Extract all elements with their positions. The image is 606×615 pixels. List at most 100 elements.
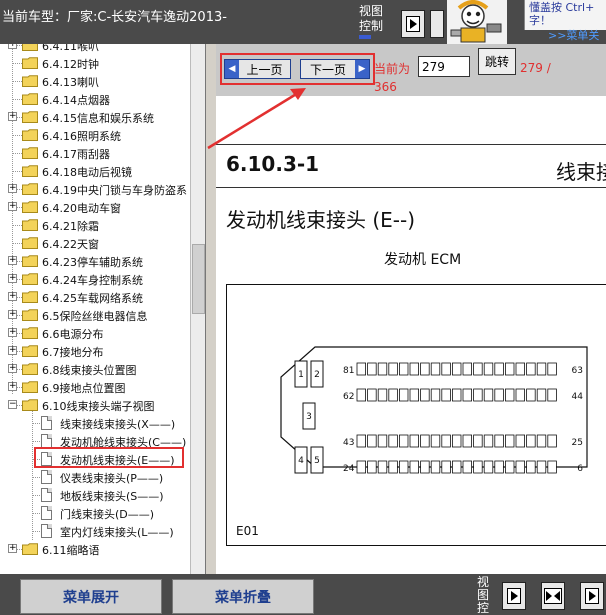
sidebar-item[interactable]: 6.4.17雨刮器 xyxy=(0,144,190,162)
folder-icon xyxy=(22,273,38,285)
expand-toggle-icon[interactable]: + xyxy=(8,44,17,49)
pin-number: 4 xyxy=(298,456,304,466)
sidebar-item[interactable]: − 6.10线束接头端子视图 xyxy=(0,396,190,414)
terminal-pin xyxy=(398,388,409,402)
expand-toggle-icon[interactable]: + xyxy=(8,274,17,283)
connector-drawing: 1 2 3 4 5 81 63 62 44 43 25 24 6 xyxy=(280,346,588,474)
sidebar-item[interactable]: 线束接线束接头(X——) xyxy=(0,414,190,432)
page-number-input[interactable] xyxy=(418,56,470,77)
expand-toggle-icon[interactable]: + xyxy=(8,382,17,391)
tree-connector xyxy=(32,477,40,478)
terminal-pin xyxy=(388,362,398,376)
document-icon xyxy=(41,416,52,430)
sidebar-item[interactable]: 6.4.21除霜 xyxy=(0,216,190,234)
prev-page-button[interactable]: ◀ 上一页 xyxy=(224,59,291,79)
menu-collapse-button[interactable]: 菜单折叠 xyxy=(172,579,314,614)
terminal-pin xyxy=(367,460,377,474)
single-page-button[interactable] xyxy=(502,582,526,610)
sidebar-item[interactable]: 门线束接头(D——) xyxy=(0,504,190,522)
view-toggle-button[interactable] xyxy=(401,10,425,38)
terminal-pin xyxy=(504,434,515,448)
terminal-pin xyxy=(547,388,557,402)
scrollbar-thumb[interactable] xyxy=(192,244,205,314)
pin-number: 5 xyxy=(314,456,320,466)
selected-item-highlight xyxy=(34,447,184,468)
menu-expand-button[interactable]: 菜单展开 xyxy=(20,579,162,614)
sidebar-item[interactable]: 地板线束接头(S——) xyxy=(0,486,190,504)
sidebar-item-label: 6.11缩略语 xyxy=(42,544,100,557)
terminal-pin xyxy=(483,362,494,376)
folder-icon xyxy=(22,93,38,105)
expand-toggle-icon[interactable]: + xyxy=(8,112,17,121)
sidebar-item[interactable]: +6.4.25车载网络系统 xyxy=(0,288,190,306)
sidebar-item[interactable]: 6.4.13喇叭 xyxy=(0,72,190,90)
sidebar-item[interactable]: +6.11缩略语 xyxy=(0,540,190,558)
sidebar-item[interactable]: 6.4.16照明系统 xyxy=(0,126,190,144)
terminal-pin xyxy=(420,388,430,402)
sidebar-item[interactable]: +6.4.15信息和娱乐系统 xyxy=(0,108,190,126)
sidebar-item[interactable]: 6.4.18电动后视镜 xyxy=(0,162,190,180)
menu-close-link[interactable]: >>菜单关 xyxy=(548,27,599,43)
sidebar-item[interactable]: +6.7接地分布 xyxy=(0,342,190,360)
sidebar-item[interactable]: +6.8线束接头位置图 xyxy=(0,360,190,378)
terminal-pin xyxy=(494,460,504,474)
page-total-b: 366 xyxy=(374,80,397,94)
sidebar-item[interactable]: +6.4.20电动车窗 xyxy=(0,198,190,216)
left-arrow-icon: ◀ xyxy=(225,60,239,78)
view-toggle-button-2[interactable] xyxy=(430,10,444,38)
folder-icon xyxy=(22,75,38,87)
expand-toggle-icon[interactable]: + xyxy=(8,256,17,265)
expand-toggle-icon[interactable]: + xyxy=(8,310,17,319)
sidebar-item[interactable]: +6.6电源分布 xyxy=(0,324,190,342)
terminal-pin xyxy=(441,434,451,448)
header-divider xyxy=(216,144,606,145)
expand-toggle-icon[interactable]: + xyxy=(8,184,17,193)
page-navigation-bar: ◀ 上一页 下一页 ▶ 当前为 跳转 279 / 366 xyxy=(216,44,606,96)
sidebar-item[interactable]: +6.4.11喉叭 xyxy=(0,44,190,54)
sidebar-item[interactable]: 室内灯线束接头(L——) xyxy=(0,522,190,540)
expand-toggle-icon[interactable]: + xyxy=(8,328,17,337)
jump-button[interactable]: 跳转 xyxy=(478,48,516,75)
play-icon xyxy=(406,16,420,32)
expand-toggle-icon[interactable]: + xyxy=(8,202,17,211)
page-total-a: 279 / xyxy=(520,61,551,75)
end-page-button[interactable] xyxy=(580,582,604,610)
sidebar-item[interactable]: +6.4.23停车辅助系统 xyxy=(0,252,190,270)
terminal-pin xyxy=(515,362,526,376)
sidebar-item[interactable]: 6.4.22天窗 xyxy=(0,234,190,252)
terminal-pin xyxy=(451,362,462,376)
next-page-button[interactable]: 下一页 ▶ xyxy=(300,59,370,79)
pin-number: 6 xyxy=(577,464,583,474)
terminal-pin xyxy=(388,460,398,474)
double-page-button[interactable] xyxy=(541,582,565,610)
terminal-pin xyxy=(451,388,462,402)
sidebar-item[interactable]: +6.4.24车身控制系统 xyxy=(0,270,190,288)
expand-toggle-icon[interactable]: + xyxy=(8,346,17,355)
collapse-toggle-icon[interactable]: − xyxy=(8,400,17,409)
expand-toggle-icon[interactable]: + xyxy=(8,364,17,373)
sidebar-scrollbar[interactable] xyxy=(190,44,205,574)
sidebar-item-label: 6.6电源分布 xyxy=(42,328,104,341)
next-page-label: 下一页 xyxy=(309,62,346,77)
sidebar-item-label: 仪表线束接头(P——) xyxy=(60,472,164,485)
folder-icon xyxy=(22,309,38,321)
sidebar-item[interactable]: 仪表线束接头(P——) xyxy=(0,468,190,486)
tree-connector xyxy=(32,441,40,442)
sidebar-item[interactable]: +6.4.19中央门锁与车身防盗系 xyxy=(0,180,190,198)
folder-icon xyxy=(22,201,38,213)
sidebar-item-label: 6.8线束接头位置图 xyxy=(42,364,137,377)
left-pin-block: 1 2 3 4 5 xyxy=(294,360,324,474)
sidebar-item-label: 6.7接地分布 xyxy=(42,346,104,359)
sidebar-item[interactable]: +6.5保险丝继电器信息 xyxy=(0,306,190,324)
sidebar-item-label: 6.4.19中央门锁与车身防盗系 xyxy=(42,184,187,197)
terminal-pin xyxy=(504,362,515,376)
terminal-pin xyxy=(494,362,504,376)
expand-toggle-icon[interactable]: + xyxy=(8,544,17,553)
sidebar-item[interactable]: 6.4.14点烟器 xyxy=(0,90,190,108)
sidebar-item[interactable]: +6.9接地点位置图 xyxy=(0,378,190,396)
terminal-pin xyxy=(462,362,473,376)
terminal-pin xyxy=(515,434,526,448)
document-icon xyxy=(41,470,52,484)
expand-toggle-icon[interactable]: + xyxy=(8,292,17,301)
sidebar-item[interactable]: 6.4.12时钟 xyxy=(0,54,190,72)
